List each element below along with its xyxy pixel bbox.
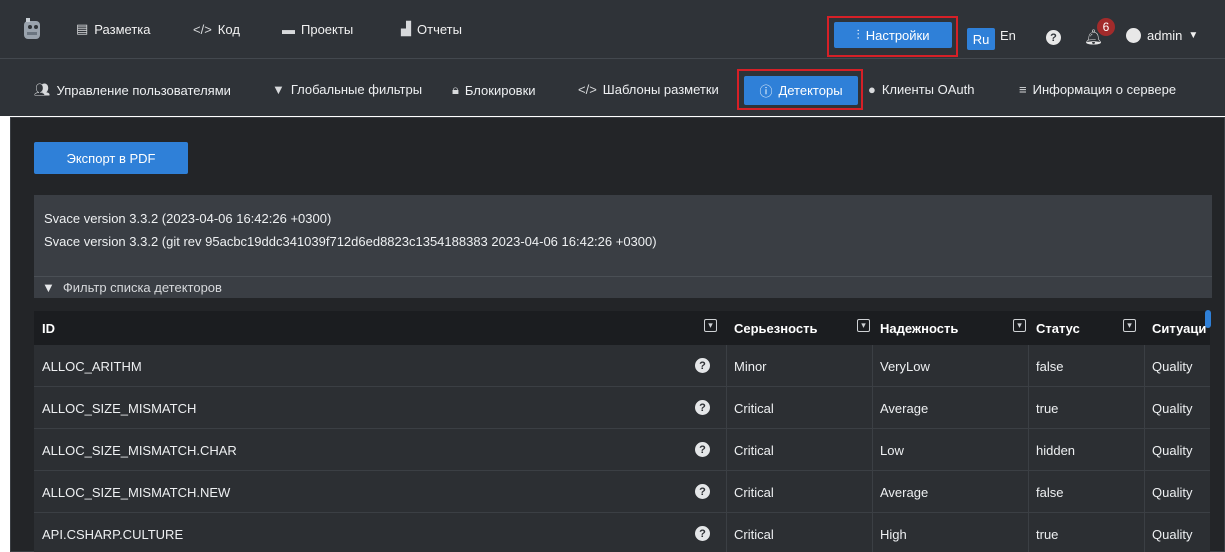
version-line-2: Svace version 3.3.2 (git rev 95acbc19ddc… — [44, 234, 657, 249]
cell-situation: Quality — [1152, 484, 1193, 500]
user-menu[interactable]: admin ▼ — [1126, 28, 1198, 43]
nav-code[interactable]: </> Код — [193, 0, 240, 58]
cell-situation: Quality — [1152, 526, 1193, 542]
chart-icon: ▟ — [401, 21, 411, 36]
col-id[interactable]: ID — [34, 311, 726, 345]
cell-reliability: Average — [880, 484, 929, 500]
help-icon[interactable]: ? — [695, 526, 710, 541]
subnav-global-filters-label: Глобальные фильтры — [290, 82, 423, 97]
cell-reliability: Low — [880, 442, 904, 458]
nav-projects-label: Проекты — [301, 21, 354, 37]
code-icon: </> — [578, 82, 597, 97]
export-pdf-button[interactable]: Экспорт в PDF — [34, 142, 188, 174]
cell-id: ALLOC_SIZE_MISMATCH.CHAR — [42, 442, 237, 458]
subnav-users[interactable]: 👥︎ Управление пользователями — [34, 82, 231, 98]
table-scrollbar[interactable] — [1205, 310, 1211, 328]
cell-status: false — [1036, 484, 1064, 500]
table-row[interactable]: ALLOC_ARITHM ? Minor VeryLow false Quali… — [34, 345, 1210, 387]
subnav-templates[interactable]: </> Шаблоны разметки — [578, 82, 719, 97]
cell-id: ALLOC_SIZE_MISMATCH — [42, 400, 197, 416]
lang-en-button[interactable]: En — [1000, 28, 1016, 43]
help-icon[interactable]: ? — [1046, 30, 1061, 45]
sliders-icon: ⫶ — [856, 27, 860, 42]
layout-icon: ▤ — [76, 21, 89, 36]
chevron-down-icon[interactable]: ▾ — [857, 319, 870, 332]
col-situation[interactable]: Ситуаци — [1144, 311, 1210, 345]
help-icon[interactable]: ? — [695, 484, 710, 499]
user-icon — [1126, 28, 1141, 43]
cell-reliability: Average — [880, 400, 929, 416]
subnav-templates-label: Шаблоны разметки — [602, 82, 719, 97]
cell-situation: Quality — [1152, 442, 1193, 458]
subnav-oauth[interactable]: ● Клиенты OAuth — [868, 82, 974, 97]
top-navbar: ▤ Разметка </> Код ▬ Проекты ▟ Отчеты ⫶ … — [0, 0, 1225, 58]
subnav-locks[interactable]: 🔒︎ Блокировки — [452, 82, 536, 98]
help-icon[interactable]: ? — [695, 358, 710, 373]
chevron-down-icon[interactable]: ▾ — [1013, 319, 1026, 332]
subnav-global-filters[interactable]: ▼ Глобальные фильтры — [272, 82, 422, 97]
detector-filter-input[interactable]: ▼ Фильтр списка детекторов — [34, 276, 1212, 298]
help-icon[interactable]: ? — [695, 400, 710, 415]
table-header: ID ▾ Серьезность ▾ Надежность ▾ Статус ▾… — [34, 311, 1210, 345]
nav-layout[interactable]: ▤ Разметка — [76, 0, 150, 58]
nav-reports[interactable]: ▟ Отчеты — [401, 0, 462, 58]
table-row[interactable]: ALLOC_SIZE_MISMATCH.CHAR ? Critical Low … — [34, 429, 1210, 471]
cell-status: true — [1036, 526, 1059, 542]
cell-reliability: VeryLow — [880, 358, 930, 374]
col-severity[interactable]: Серьезность — [726, 311, 872, 345]
logo-icon[interactable] — [22, 17, 44, 41]
database-icon: ≡ — [1019, 82, 1027, 97]
subnav-users-label: Управление пользователями — [56, 82, 231, 98]
cell-situation: Quality — [1152, 400, 1193, 416]
filter-placeholder: Фильтр списка детекторов — [62, 280, 222, 295]
subnav-detectors[interactable]: ⓘ Детекторы — [744, 76, 858, 105]
chevron-down-icon: ▼ — [1188, 30, 1199, 41]
filter-icon: ▼ — [272, 82, 285, 97]
cell-severity: Critical — [734, 484, 774, 500]
filter-icon: ▼ — [42, 280, 55, 295]
user-label: admin — [1147, 28, 1183, 43]
chevron-down-icon[interactable]: ▾ — [704, 319, 717, 332]
code-icon: </> — [193, 21, 212, 37]
cell-status: hidden — [1036, 442, 1076, 458]
lock-icon: 🔒︎ — [452, 82, 459, 97]
cell-id: ALLOC_ARITHM — [42, 358, 142, 374]
version-line-1: Svace version 3.3.2 (2023-04-06 16:42:26… — [44, 211, 332, 226]
users-icon: 👥︎ — [34, 82, 51, 97]
user-icon: ● — [868, 82, 876, 97]
nav-layout-label: Разметка — [94, 21, 151, 37]
settings-button[interactable]: ⫶ Настройки — [834, 22, 952, 48]
nav-code-label: Код — [217, 21, 240, 37]
notification-badge: 6 — [1097, 18, 1115, 36]
cell-id: ALLOC_SIZE_MISMATCH.NEW — [42, 484, 231, 500]
table-row[interactable]: API.CSHARP.CULTURE ? Critical High true … — [34, 513, 1210, 552]
subnav-oauth-label: Клиенты OAuth — [881, 82, 975, 97]
nav-projects[interactable]: ▬ Проекты — [282, 0, 353, 58]
chevron-down-icon[interactable]: ▾ — [1123, 319, 1136, 332]
cell-severity: Critical — [734, 400, 774, 416]
cell-severity: Minor — [734, 358, 767, 374]
archive-icon: ▬ — [282, 21, 295, 37]
cell-severity: Critical — [734, 442, 774, 458]
subnav-detectors-label: Детекторы — [778, 83, 843, 98]
col-reliability[interactable]: Надежность — [872, 311, 1028, 345]
help-icon[interactable]: ? — [695, 442, 710, 457]
settings-label: Настройки — [865, 27, 930, 43]
subnav-server-info-label: Информация о сервере — [1032, 82, 1177, 97]
subnav-locks-label: Блокировки — [464, 82, 536, 98]
cell-reliability: High — [880, 526, 907, 542]
cell-status: true — [1036, 400, 1059, 416]
alert-icon: ⓘ — [759, 84, 773, 99]
table-row[interactable]: ALLOC_SIZE_MISMATCH ? Critical Average t… — [34, 387, 1210, 429]
subnav-server-info[interactable]: ≡ Информация о сервере — [1019, 82, 1176, 97]
nav-reports-label: Отчеты — [417, 21, 462, 37]
cell-status: false — [1036, 358, 1064, 374]
cell-severity: Critical — [734, 526, 774, 542]
cell-id: API.CSHARP.CULTURE — [42, 526, 184, 542]
cell-situation: Quality — [1152, 358, 1193, 374]
lang-ru-button[interactable]: Ru — [967, 28, 995, 50]
table-row[interactable]: ALLOC_SIZE_MISMATCH.NEW ? Critical Avera… — [34, 471, 1210, 513]
